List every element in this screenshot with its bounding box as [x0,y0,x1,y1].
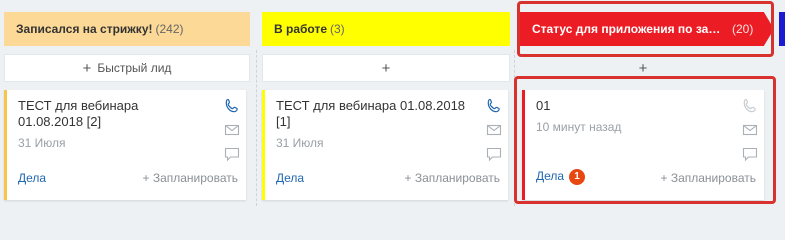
stage-count: (242) [155,22,184,36]
chat-icon[interactable] [224,146,240,162]
stage-header-highlight [517,1,774,57]
card-color-strip [4,90,7,200]
pipeline-column-1: Записался на стрижку! (242) + Быстрый ли… [0,0,250,206]
column-divider [256,50,257,206]
phone-icon[interactable] [486,98,502,114]
stage-header-1[interactable]: Записался на стрижку! (242) [4,12,250,46]
stage-header-2[interactable]: В работе (3) [262,12,510,46]
pipeline-column-2: В работе (3) + ТЕСТ для вебинара 01.08.2… [262,0,510,206]
card-title[interactable]: ТЕСТ для вебинара 01.08.2018 [1] [276,98,468,130]
next-column-edge [779,12,785,46]
add-lead-button[interactable]: + [262,54,510,82]
lead-card[interactable]: ТЕСТ для вебинара 01.08.2018 [1] 31 Июля… [262,90,508,200]
quick-lead-label: Быстрый лид [97,61,172,75]
card-highlight [514,76,776,204]
mail-icon[interactable] [486,122,502,138]
phone-icon[interactable] [224,98,240,114]
deals-link[interactable]: Дела [276,171,304,185]
plus-icon: + [638,59,648,77]
chat-icon[interactable] [486,146,502,162]
lead-card[interactable]: ТЕСТ для вебинара 01.08.2018 [2] 31 Июля… [4,90,246,200]
plus-icon: + [381,59,391,77]
card-title[interactable]: ТЕСТ для вебинара 01.08.2018 [2] [18,98,206,130]
card-date: 31 Июля [18,136,66,150]
plus-icon: + [82,59,92,77]
mail-icon[interactable] [224,122,240,138]
plan-button[interactable]: + Запланировать [404,171,500,185]
card-color-strip [262,90,265,200]
card-date: 31 Июля [276,136,324,150]
stage-count: (3) [330,22,345,36]
quick-lead-button[interactable]: + Быстрый лид [4,54,250,82]
plan-button[interactable]: + Запланировать [142,171,238,185]
deals-link[interactable]: Дела [18,171,46,185]
stage-name: Записался на стрижку! [16,22,153,36]
stage-name: В работе [274,22,327,36]
